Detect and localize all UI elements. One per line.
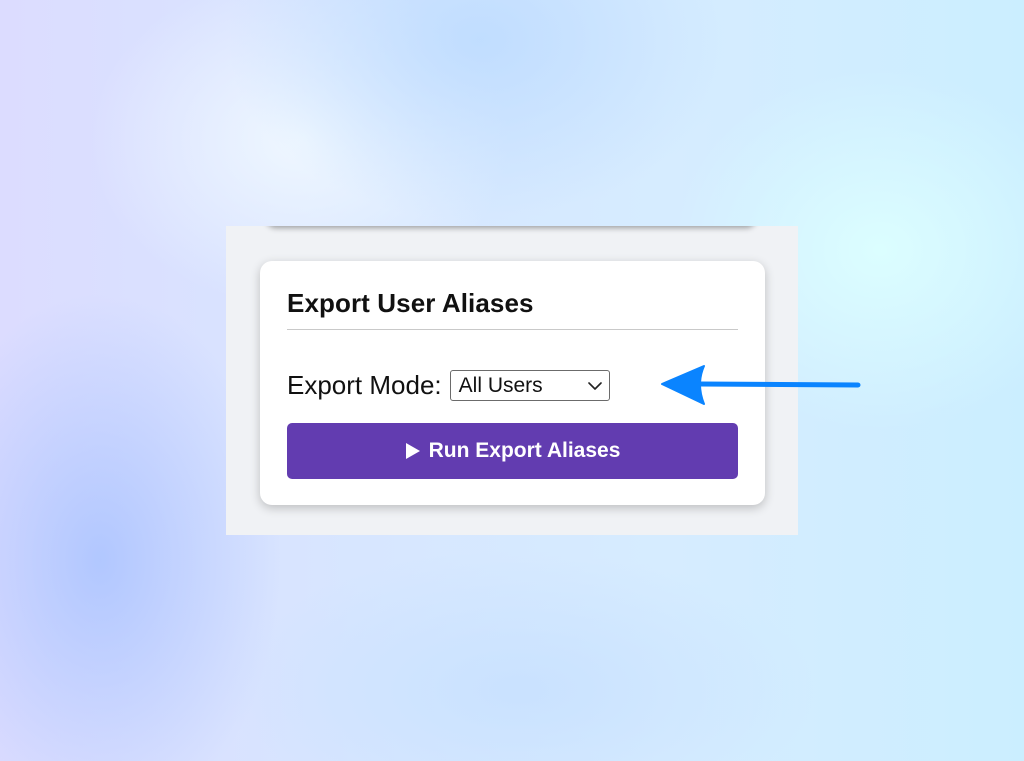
- export-mode-select[interactable]: All Users: [449, 370, 610, 401]
- card-title: Export User Aliases: [287, 288, 534, 318]
- chevron-down-icon: [587, 381, 602, 390]
- export-mode-selected-value: All Users: [458, 373, 543, 397]
- play-icon: [405, 443, 420, 459]
- run-export-aliases-button[interactable]: Run Export Aliases: [287, 423, 738, 479]
- export-mode-label: Export Mode:: [287, 370, 442, 400]
- arrow-left-icon: [661, 365, 861, 405]
- title-divider: [287, 329, 738, 330]
- run-button-label: Run Export Aliases: [428, 439, 621, 462]
- export-mode-row: Export Mode: All Users: [287, 370, 610, 401]
